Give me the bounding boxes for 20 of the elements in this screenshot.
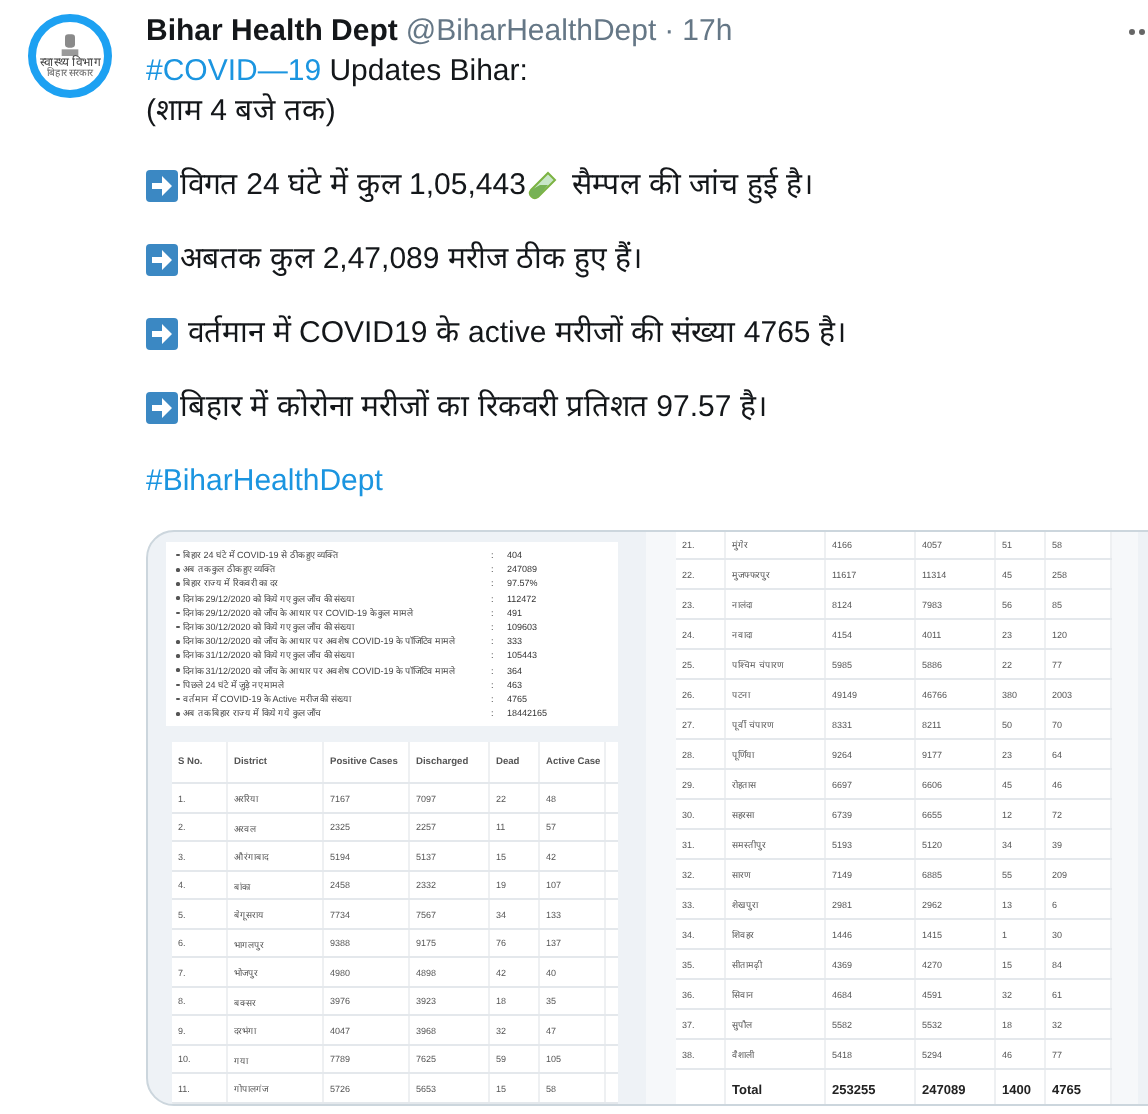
tweet-text: सैम्पल की जांच हुई है। [570, 166, 814, 206]
tweet-text: (शाम 4 बजे तक) [146, 94, 336, 128]
hashtag-link[interactable]: #COVID—19 [146, 54, 322, 88]
arrow-icon [146, 170, 178, 202]
tweet-text: बिहार में कोरोना मरीजों का रिकवरी प्रतिशत 97.57 है। [180, 388, 768, 428]
arrow-icon [146, 244, 178, 276]
hashtag-link[interactable]: #BiharHealthDept [146, 464, 383, 498]
more-icon[interactable] [1128, 28, 1148, 36]
author-handle[interactable]: @BiharHealthDept [405, 12, 657, 52]
tweet-text: वर्तमान में COVID19 के active मरीजों की संख्या 4765 है। [186, 314, 847, 354]
separator-dot: · [664, 12, 675, 52]
author-name[interactable]: Bihar Health Dept [146, 12, 398, 52]
tweet-time[interactable]: 17h [682, 12, 733, 52]
tweet-text: अबतक कुल 2,47,089 मरीज ठीक हुए हैं। [180, 240, 643, 280]
arrow-icon [146, 392, 178, 424]
arrow-icon [146, 318, 178, 350]
tweet-text: विगत 24 घंटे में कुल 1,05,443 [180, 166, 526, 206]
tweet-text: Updates Bihar: [327, 54, 528, 88]
test-tube-icon [525, 170, 558, 202]
emblem-icon [60, 33, 80, 57]
